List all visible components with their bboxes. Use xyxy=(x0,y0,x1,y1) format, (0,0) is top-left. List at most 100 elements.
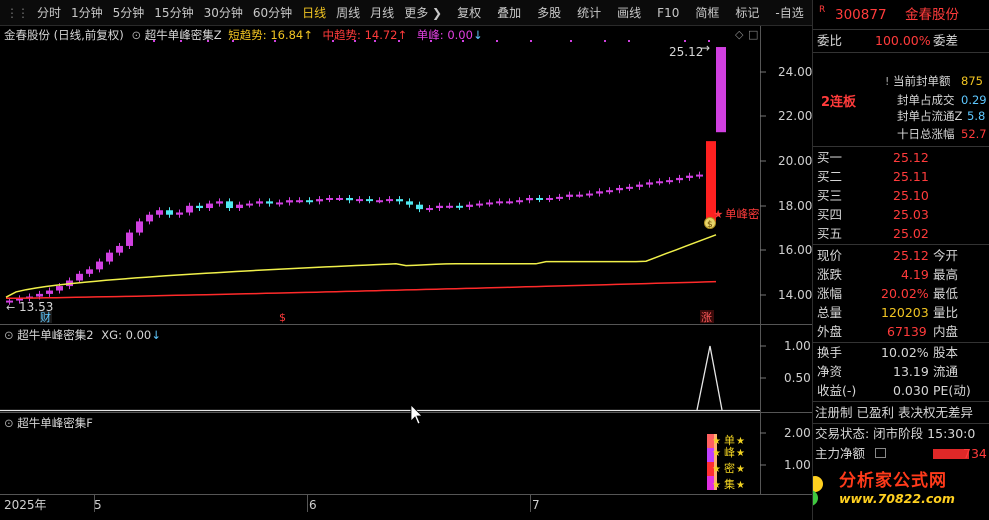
period-tab[interactable]: 1分钟 xyxy=(66,0,108,26)
statistics-button[interactable]: 统计 xyxy=(571,0,607,26)
remove-watchlist-button[interactable]: -自选 xyxy=(769,0,809,26)
candle-body xyxy=(136,221,143,233)
quote-panel: R 300877 金春股份 委比 100.00% 委差 ! 当前封单额 875 … xyxy=(812,0,989,520)
candle-body xyxy=(646,182,653,185)
r-badge: R xyxy=(819,5,826,15)
restore-rights-button[interactable]: 复权 xyxy=(451,0,487,26)
multi-stock-button[interactable]: 多股 xyxy=(531,0,567,26)
star-icon: ★ xyxy=(712,448,721,459)
coin-symbol: $ xyxy=(707,220,713,230)
candle-body xyxy=(296,200,303,203)
stat-label: 涨幅 xyxy=(817,286,843,301)
watermark-title: 分析家公式网 xyxy=(839,471,947,491)
period-tab[interactable]: 15分钟 xyxy=(149,0,198,26)
stat-value: 120203 xyxy=(881,305,929,320)
chart-icon[interactable] xyxy=(875,448,886,458)
square-icon[interactable]: □ xyxy=(748,28,758,41)
star-icon: ★ xyxy=(712,436,721,447)
flower-logo-icon xyxy=(813,476,823,506)
stock-code: 300877 xyxy=(835,7,887,23)
candle-body xyxy=(546,197,553,200)
toolbar-grip-icon[interactable]: ⋮⋮ xyxy=(0,6,32,20)
period-tab[interactable]: 30分钟 xyxy=(199,0,248,26)
stat-label2: 最低 xyxy=(933,286,959,301)
stat2-row: 收益(-) 0.030 PE(动) xyxy=(813,381,989,400)
stat-row: 涨幅 20.02% 最低 xyxy=(813,284,989,303)
seal-row: 十日总涨幅 52.7 xyxy=(813,125,989,144)
sub1-indicator-name[interactable]: 超牛单峰密集2 xyxy=(17,328,93,342)
settings-circle-icon[interactable]: ⊙ xyxy=(4,328,14,342)
simple-frame-button[interactable]: 简框 xyxy=(689,0,725,26)
candle-body xyxy=(86,269,93,274)
divider xyxy=(813,52,989,53)
kline-chart[interactable]: 24.00 22.00 20.00 18.00 16.00 14.00 1.00… xyxy=(0,26,812,520)
trading-app: ⋮⋮ 分时 1分钟 5分钟 15分钟 30分钟 60分钟 日线 周线 月线 更多… xyxy=(0,0,989,520)
divider xyxy=(813,29,989,30)
arrow-left-icon: ← xyxy=(6,301,15,314)
limit-up-mark[interactable]: 涨 xyxy=(701,311,712,324)
signal-char: 集 xyxy=(724,477,735,491)
star-icon: ★ xyxy=(712,480,721,491)
period-tab[interactable]: 周线 xyxy=(331,0,365,26)
xg-label: XG: 0.00 xyxy=(101,328,152,342)
candle-body xyxy=(506,201,513,204)
more-periods-button[interactable]: 更多 ❯ xyxy=(399,0,447,26)
settings-circle-icon[interactable]: ⊙ xyxy=(4,416,14,430)
settings-circle-icon[interactable]: ⊙ xyxy=(131,28,141,42)
peak-signal-label: 单峰密 xyxy=(725,207,760,221)
candle-body xyxy=(426,208,433,211)
seal-row: ! 当前封单额 875 xyxy=(813,72,989,91)
period-tab[interactable]: 分时 xyxy=(32,0,66,26)
diamond-icon[interactable]: ◇ xyxy=(735,28,744,41)
divider xyxy=(813,401,989,402)
candle-body xyxy=(56,286,63,291)
candle-body xyxy=(606,190,613,193)
draw-line-button[interactable]: 画线 xyxy=(611,0,647,26)
bid-label: 买二 xyxy=(817,169,843,184)
candle-body xyxy=(386,199,393,202)
candle-body xyxy=(656,181,663,184)
stat2-row: 换手 10.02% 股本 xyxy=(813,343,989,362)
period-tab-active[interactable]: 日线 xyxy=(297,0,331,26)
sub1-panel-title: ⊙ 超牛单峰密集2 XG: 0.00↓ xyxy=(4,327,161,343)
trade-status-row: 交易状态: 闭市阶段 15:30:0 xyxy=(813,424,989,443)
f10-button[interactable]: F10 xyxy=(651,0,685,26)
stat-value: 13.19 xyxy=(893,364,929,379)
candle-body xyxy=(76,273,83,281)
period-tab[interactable]: 月线 xyxy=(365,0,399,26)
chevron-right-icon: ❯ xyxy=(432,5,443,20)
weibi-value: 100.00% xyxy=(875,33,931,48)
candle-body xyxy=(586,193,593,196)
candle-body xyxy=(406,201,413,205)
stat-label: 净资 xyxy=(817,364,843,379)
stat-row: 涨跌 4.19 最高 xyxy=(813,265,989,284)
indicator-name[interactable]: 超牛单峰密集Z xyxy=(145,28,222,42)
candle-body xyxy=(226,201,233,209)
mid-trend-label: 中趋势: 14.72 xyxy=(322,28,398,42)
bid-price: 25.12 xyxy=(893,150,929,165)
stat-label2: 今开 xyxy=(933,248,959,263)
period-tab[interactable]: 60分钟 xyxy=(248,0,297,26)
mark-button[interactable]: 标记 xyxy=(729,0,765,26)
candle-body xyxy=(396,199,403,202)
y-tick-label: 20.00 xyxy=(778,154,812,168)
signal-dot xyxy=(570,40,572,42)
overlay-button[interactable]: 叠加 xyxy=(491,0,527,26)
sub2-indicator-name[interactable]: 超牛单峰密集F xyxy=(17,416,93,430)
main-y-ticks: 24.00 22.00 20.00 18.00 16.00 14.00 xyxy=(760,65,812,302)
candlestick-series xyxy=(6,47,726,305)
finance-mark[interactable]: 财 xyxy=(40,310,51,324)
signal-dot xyxy=(628,40,630,42)
weibi-label: 委比 xyxy=(817,33,843,48)
y-tick-label: 1.00 xyxy=(784,339,811,353)
weicha-label: 委差 xyxy=(933,33,959,48)
short-trend-line xyxy=(5,234,717,298)
dividend-mark[interactable]: $ xyxy=(279,311,286,324)
candle-body xyxy=(376,200,383,203)
period-tab[interactable]: 5分钟 xyxy=(108,0,150,26)
candle-body xyxy=(96,261,103,270)
main-flow-row: 主力净额 734 xyxy=(813,444,989,463)
candle-body xyxy=(626,186,633,189)
stat-value: 4.19 xyxy=(901,267,929,282)
watermark-url: www.70822.com xyxy=(839,491,955,506)
